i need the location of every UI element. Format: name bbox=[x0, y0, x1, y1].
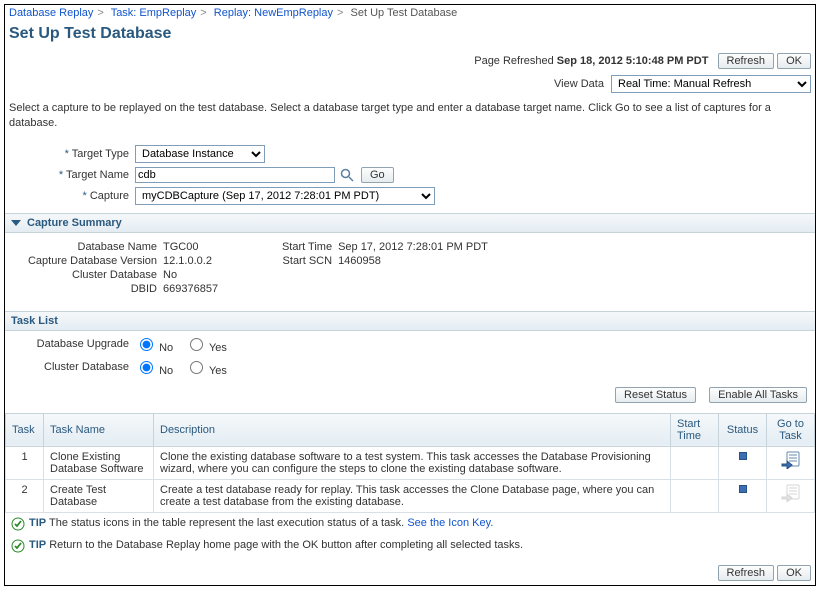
page-title: Set Up Test Database bbox=[9, 25, 811, 43]
kv-key: Database Name bbox=[13, 241, 163, 253]
task-status bbox=[719, 479, 767, 512]
task-name: Create Test Database bbox=[44, 479, 154, 512]
kv-value: 12.1.0.0.2 bbox=[163, 255, 212, 267]
enable-all-tasks-button[interactable]: Enable All Tasks bbox=[709, 387, 807, 403]
task-num: 1 bbox=[6, 446, 44, 479]
database-upgrade-label: Database Upgrade bbox=[5, 338, 135, 350]
go-to-task-icon bbox=[781, 484, 801, 505]
search-icon[interactable] bbox=[339, 167, 355, 183]
target-name-input[interactable] bbox=[135, 167, 335, 183]
target-type-label: Target Type bbox=[72, 148, 129, 160]
tip-label: TIP bbox=[29, 517, 46, 529]
breadcrumb-sep: > bbox=[333, 7, 347, 19]
cluster-database-label: Cluster Database bbox=[5, 361, 135, 373]
go-button[interactable]: Go bbox=[361, 167, 394, 183]
breadcrumb-sep: > bbox=[196, 7, 210, 19]
breadcrumb-link-database-replay[interactable]: Database Replay bbox=[9, 7, 93, 19]
tip-text: Return to the Database Replay home page … bbox=[49, 539, 523, 551]
database-upgrade-no-radio[interactable] bbox=[140, 338, 153, 351]
cluster-database-yes-radio[interactable] bbox=[190, 361, 203, 374]
view-data-label: View Data bbox=[554, 78, 604, 90]
check-icon bbox=[11, 517, 25, 531]
table-row: 2 Create Test Database Create a test dat… bbox=[6, 479, 815, 512]
task-table: Task Task Name Description Start Time St… bbox=[5, 413, 815, 513]
cluster-database-no-radio[interactable] bbox=[140, 361, 153, 374]
database-upgrade-yes-radio[interactable] bbox=[190, 338, 203, 351]
view-data-select[interactable]: Real Time: Manual Refresh bbox=[611, 75, 811, 93]
task-status bbox=[719, 446, 767, 479]
col-task: Task bbox=[6, 413, 44, 446]
col-task-name: Task Name bbox=[44, 413, 154, 446]
target-type-select[interactable]: Database Instance bbox=[135, 145, 265, 163]
task-num: 2 bbox=[6, 479, 44, 512]
ok-button[interactable]: OK bbox=[777, 53, 811, 69]
capture-summary: Database NameTGC00 Capture Database Vers… bbox=[5, 233, 815, 303]
task-start-time bbox=[671, 446, 719, 479]
breadcrumb-sep: > bbox=[93, 7, 107, 19]
kv-key: DBID bbox=[13, 283, 163, 295]
breadcrumb-current: Set Up Test Database bbox=[351, 7, 458, 19]
ok-button-footer[interactable]: OK bbox=[777, 565, 811, 581]
kv-key: Cluster Database bbox=[13, 269, 163, 281]
page-description: Select a capture to be replayed on the t… bbox=[5, 97, 815, 141]
kv-value: 669376857 bbox=[163, 283, 218, 295]
task-start-time bbox=[671, 479, 719, 512]
refresh-button-footer[interactable]: Refresh bbox=[718, 565, 775, 581]
kv-key: Start SCN bbox=[258, 255, 338, 267]
kv-value: Sep 17, 2012 7:28:01 PM PDT bbox=[338, 241, 488, 253]
capture-label: Capture bbox=[90, 190, 129, 202]
status-icon bbox=[739, 485, 747, 493]
check-icon bbox=[11, 539, 25, 553]
refresh-button[interactable]: Refresh bbox=[718, 53, 775, 69]
table-row: 1 Clone Existing Database Software Clone… bbox=[6, 446, 815, 479]
kv-key: Capture Database Version bbox=[13, 255, 163, 267]
kv-value: TGC00 bbox=[163, 241, 198, 253]
breadcrumb-link-task[interactable]: Task: EmpReplay bbox=[111, 7, 197, 19]
kv-value: No bbox=[163, 269, 177, 281]
page-refreshed-time: Sep 18, 2012 5:10:48 PM PDT bbox=[557, 55, 709, 67]
capture-summary-header[interactable]: Capture Summary bbox=[5, 213, 815, 233]
kv-key: Start Time bbox=[258, 241, 338, 253]
col-status: Status bbox=[719, 413, 767, 446]
status-icon bbox=[739, 452, 747, 460]
task-desc: Clone the existing database software to … bbox=[154, 446, 671, 479]
tip-text: The status icons in the table represent … bbox=[49, 517, 404, 529]
tip-label: TIP bbox=[29, 539, 46, 551]
target-name-label: Target Name bbox=[66, 169, 129, 181]
col-start-time: Start Time bbox=[671, 413, 719, 446]
capture-select[interactable]: myCDBCapture (Sep 17, 2012 7:28:01 PM PD… bbox=[135, 187, 435, 205]
breadcrumb: Database Replay> Task: EmpReplay> Replay… bbox=[5, 5, 815, 21]
col-go-to-task: Go to Task bbox=[767, 413, 815, 446]
task-list-header: Task List bbox=[5, 311, 815, 331]
go-to-task-icon[interactable] bbox=[781, 451, 801, 472]
see-icon-key-link[interactable]: See the Icon Key. bbox=[407, 517, 493, 529]
breadcrumb-link-replay[interactable]: Replay: NewEmpReplay bbox=[214, 7, 333, 19]
reset-status-button[interactable]: Reset Status bbox=[615, 387, 696, 403]
disclosure-icon bbox=[11, 220, 21, 226]
col-description: Description bbox=[154, 413, 671, 446]
task-name: Clone Existing Database Software bbox=[44, 446, 154, 479]
task-desc: Create a test database ready for replay.… bbox=[154, 479, 671, 512]
page-refreshed-label: Page Refreshed bbox=[474, 55, 554, 67]
kv-value: 1460958 bbox=[338, 255, 381, 267]
